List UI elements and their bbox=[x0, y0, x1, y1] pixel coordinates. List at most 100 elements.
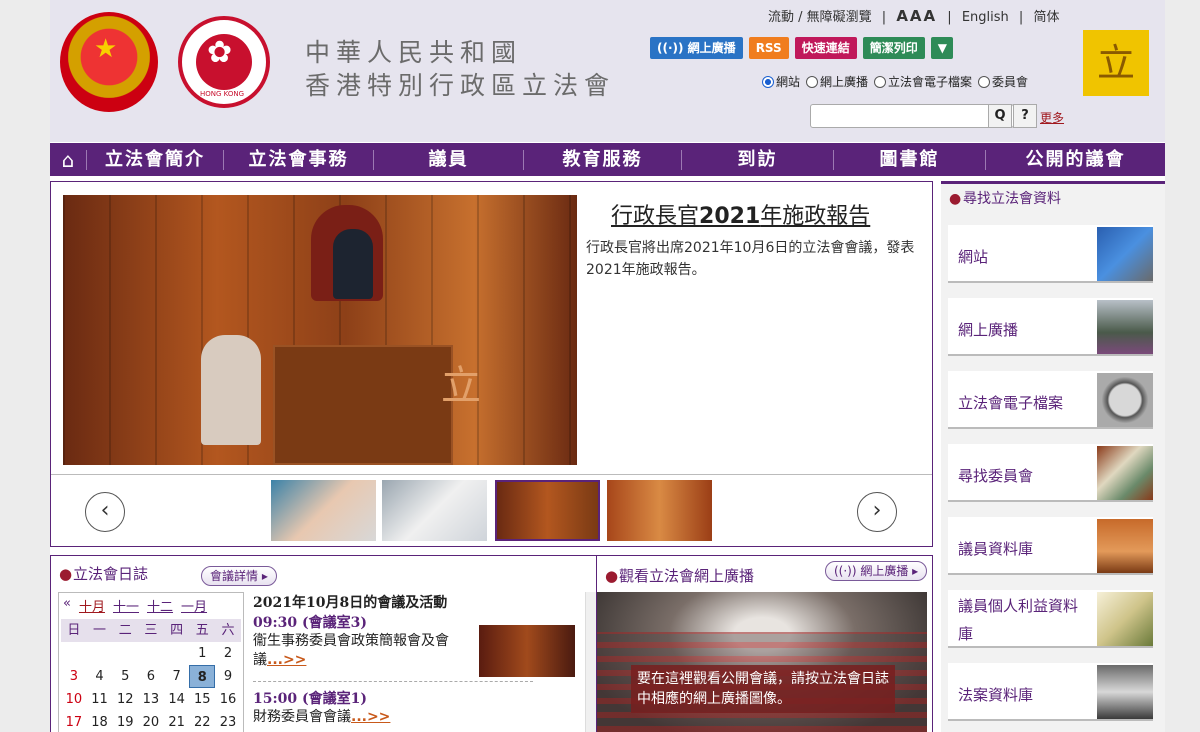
sidebar-item-committee[interactable]: 尋找委員會 bbox=[948, 444, 1153, 502]
header-buttons: ((·)) 網上廣播 RSS 快速連結 簡潔列印 ▼ bbox=[650, 37, 953, 59]
radio-icon[interactable] bbox=[806, 75, 819, 88]
meeting-details-button[interactable]: 會議詳情 ▸ bbox=[201, 566, 277, 586]
calendar-day[interactable]: 18 bbox=[87, 711, 113, 732]
webcast-button[interactable]: ((·)) 網上廣播 bbox=[650, 37, 743, 59]
scope-label: 網站 bbox=[776, 75, 801, 89]
calendar-day[interactable]: 13 bbox=[138, 688, 164, 711]
mobile-access-link[interactable]: 流動 / 無障礙瀏覽 bbox=[768, 10, 872, 25]
sidebar-item-archive[interactable]: 立法會電子檔案 bbox=[948, 371, 1153, 429]
radio-icon[interactable] bbox=[874, 75, 887, 88]
webcast-image[interactable]: 要在這裡觀看公開會議，請按立法會日誌中相應的網上廣播圖像。 bbox=[597, 592, 927, 732]
sidebar-item-webcast[interactable]: 網上廣播 bbox=[948, 298, 1153, 356]
scope-website[interactable]: 網站 bbox=[762, 73, 800, 90]
calendar-day[interactable]: 11 bbox=[87, 688, 113, 711]
calendar-day[interactable]: 17 bbox=[61, 711, 87, 732]
carousel-thumb-active[interactable] bbox=[495, 480, 600, 541]
feature-title[interactable]: 行政長官2021年施政報告 bbox=[611, 198, 870, 230]
feature-image[interactable]: 立 bbox=[63, 195, 577, 465]
month-link[interactable]: 一月 bbox=[181, 596, 207, 615]
print-button[interactable]: 簡潔列印 bbox=[862, 37, 925, 59]
weekday: 六 bbox=[215, 619, 241, 642]
site-title-line1: 中華人民共和國 bbox=[305, 38, 523, 67]
calendar-day[interactable]: 22 bbox=[189, 711, 215, 732]
calendar-day[interactable]: 3 bbox=[61, 665, 87, 688]
divider bbox=[253, 681, 533, 682]
carousel-thumb[interactable] bbox=[271, 480, 376, 541]
sidebar-item-label: 法案資料庫 bbox=[958, 686, 1034, 704]
carousel-thumb[interactable] bbox=[607, 480, 712, 541]
calendar-day[interactable]: 15 bbox=[189, 688, 215, 711]
sidebar-item-members-db[interactable]: 議員資料庫 bbox=[948, 517, 1153, 575]
more-link[interactable]: 更多 bbox=[1040, 109, 1064, 126]
calendar-day[interactable]: 21 bbox=[164, 711, 190, 732]
calendar-day[interactable]: 20 bbox=[138, 711, 164, 732]
calendar-day[interactable]: 16 bbox=[215, 688, 241, 711]
sidebar-item-interests-db[interactable]: 議員個人利益資料庫 bbox=[948, 590, 1153, 648]
legco-diary-panel: ●立法會日誌 會議詳情 ▸ « 十月 十一 十二 一月 日 一 二 三 四 五 … bbox=[50, 555, 597, 732]
rss-button[interactable]: RSS bbox=[748, 37, 789, 59]
scope-archive[interactable]: 立法會電子檔案 bbox=[874, 73, 972, 90]
nav-item-members[interactable]: 議員 bbox=[373, 149, 523, 170]
calendar-day[interactable]: 14 bbox=[164, 688, 190, 711]
separator: | bbox=[1018, 10, 1024, 25]
calendar-day[interactable]: 9 bbox=[215, 665, 241, 688]
weekday: 四 bbox=[163, 619, 190, 642]
calendar-day[interactable]: 2 bbox=[215, 642, 241, 665]
weekday: 日 bbox=[61, 619, 87, 642]
webcast-heading-text: 觀看立法會網上廣播 bbox=[619, 567, 755, 585]
calendar-empty bbox=[164, 642, 190, 665]
nav-item-open-legco[interactable]: 公開的議會 bbox=[985, 149, 1165, 170]
home-icon[interactable]: ⌂ bbox=[50, 148, 86, 172]
legco-logo[interactable]: 立 bbox=[1083, 30, 1149, 96]
webcast-thumb bbox=[1097, 300, 1153, 354]
english-link[interactable]: English bbox=[962, 10, 1009, 25]
carousel-prev-button[interactable]: ‹ bbox=[85, 492, 125, 532]
diary-heading: ●立法會日誌 bbox=[59, 563, 148, 584]
print-dropdown-button[interactable]: ▼ bbox=[930, 37, 953, 59]
sidebar-item-label: 立法會電子檔案 bbox=[958, 394, 1064, 412]
calendar-day[interactable]: 5 bbox=[112, 665, 138, 688]
scope-committee[interactable]: 委員會 bbox=[978, 73, 1028, 90]
month-link[interactable]: 十二 bbox=[147, 596, 173, 615]
bullet-icon: ● bbox=[949, 191, 962, 207]
nav-item-education[interactable]: 教育服務 bbox=[523, 149, 681, 170]
webcast-button[interactable]: ((·)) 網上廣播 ▸ bbox=[825, 561, 928, 581]
carousel-thumb[interactable] bbox=[382, 480, 487, 541]
prev-month-icon[interactable]: « bbox=[63, 596, 71, 615]
radio-icon[interactable] bbox=[762, 75, 774, 88]
find-info-sidebar: ● 尋找立法會資料 網站 網上廣播 立法會電子檔案 尋找委員會 議員資料庫 議員個… bbox=[941, 181, 1165, 732]
scope-webcast[interactable]: 網上廣播 bbox=[806, 73, 868, 90]
nav-item-about[interactable]: 立法會簡介 bbox=[86, 149, 223, 170]
event-thumbnail[interactable] bbox=[479, 625, 575, 677]
calendar-day[interactable]: 8 bbox=[189, 665, 216, 688]
help-button[interactable]: ? bbox=[1013, 104, 1037, 128]
month-link[interactable]: 十一 bbox=[113, 596, 139, 615]
event-more-link[interactable]: ...>> bbox=[267, 652, 306, 668]
events-scrollbar[interactable] bbox=[585, 592, 596, 732]
month-current[interactable]: 十月 bbox=[79, 596, 105, 615]
simplified-chinese-link[interactable]: 简体 bbox=[1033, 10, 1059, 25]
text-size-control[interactable]: AAA bbox=[896, 7, 937, 25]
calendar-day[interactable]: 12 bbox=[112, 688, 138, 711]
calendar-day[interactable]: 6 bbox=[138, 665, 164, 688]
calendar-empty bbox=[138, 642, 164, 665]
event-more-link[interactable]: ...>> bbox=[351, 709, 390, 725]
calendar-day[interactable]: 19 bbox=[112, 711, 138, 732]
quick-links-button[interactable]: 快速連結 bbox=[794, 37, 857, 59]
search-input[interactable] bbox=[810, 104, 1014, 128]
sidebar-item-bills-db[interactable]: 法案資料庫 bbox=[948, 663, 1153, 721]
radio-icon[interactable] bbox=[978, 75, 991, 88]
calendar-day[interactable]: 23 bbox=[215, 711, 241, 732]
sidebar-item-website[interactable]: 網站 bbox=[948, 225, 1153, 283]
nav-item-library[interactable]: 圖書館 bbox=[833, 149, 985, 170]
carousel-next-button[interactable]: › bbox=[857, 492, 897, 532]
calendar-day[interactable]: 10 bbox=[61, 688, 87, 711]
calendar-day[interactable]: 1 bbox=[189, 642, 215, 665]
search-icon[interactable]: Q bbox=[988, 104, 1012, 128]
calendar-day[interactable]: 4 bbox=[87, 665, 113, 688]
nav-item-visit[interactable]: 到訪 bbox=[681, 149, 833, 170]
national-emblem-icon: ★ bbox=[60, 12, 158, 112]
month-row: « 十月 十一 十二 一月 bbox=[63, 596, 207, 615]
calendar-day[interactable]: 7 bbox=[164, 665, 190, 688]
nav-item-business[interactable]: 立法會事務 bbox=[223, 149, 373, 170]
